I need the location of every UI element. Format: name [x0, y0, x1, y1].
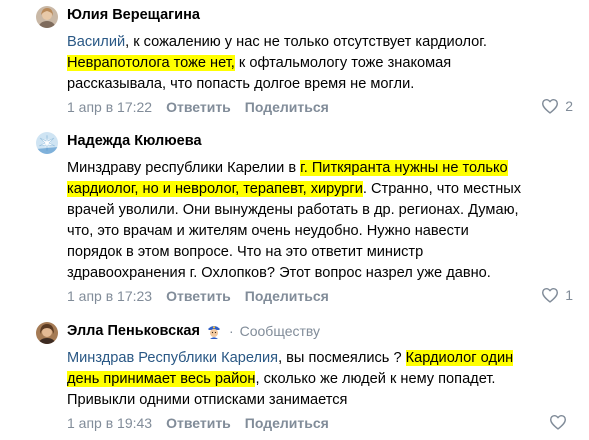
highlighted-text: г. Питкяранта нужны не только [300, 160, 508, 176]
highlighted-text: Кардиолог один [405, 350, 514, 366]
comment-line: кардиолог, но и невролог, терапевт, хиру… [67, 179, 582, 200]
comment: Элла Пеньковская · Сообществу Минздрав Р… [0, 322, 589, 440]
comment-line: Привыкли одними отписками занимается [67, 392, 348, 408]
comment-text-segment: Минздраву республики Карелии в [67, 160, 301, 176]
comment: Надежда Кюлюева Минздраву республики Кар… [0, 132, 589, 310]
community-label: Сообществу [239, 323, 321, 339]
comment-line: Василий, к сожалению у нас не только отс… [67, 32, 582, 53]
comment-line: Минздраву республики Карелии в г. Питкяр… [67, 158, 582, 179]
comment-header: Юлия Верещагина [67, 7, 200, 23]
comments-feed: Юлия Верещагина Василий, к сожалению у н… [0, 0, 589, 440]
mention-link[interactable]: Минздрав Республики Карелия [67, 350, 278, 366]
highlighted-text: кардиолог, но и невролог, терапевт, хиру… [67, 181, 363, 197]
avatar[interactable] [36, 322, 58, 344]
comment-line: день принимает весь район, сколько же лю… [67, 369, 582, 390]
comment-text: Минздраву республики Карелии в г. Питкяр… [67, 158, 582, 284]
reply-button[interactable]: Ответить [166, 415, 231, 431]
comment-line: Минздрав Республики Карелия, вы посмеяли… [67, 348, 582, 369]
police-officer-icon [206, 323, 222, 339]
reply-button[interactable]: Ответить [166, 99, 231, 115]
like-button[interactable] [549, 414, 573, 430]
comment-line: врачей уволили. Они вынуждены работать в… [67, 202, 519, 218]
comment-text-segment: к офтальмологу тоже знакомая [234, 55, 452, 71]
highlighted-text: Неврапотолога тоже нет, [67, 55, 235, 71]
comment-header: Надежда Кюлюева [67, 133, 202, 149]
comment-line: порядок в этом вопросе. Что на это ответ… [67, 244, 424, 260]
like-button[interactable]: 1 [541, 287, 573, 303]
heart-icon [550, 414, 566, 430]
share-button[interactable]: Поделиться [245, 288, 329, 304]
comment-date[interactable]: 1 апр в 17:22 [67, 99, 152, 115]
separator-dot: · [228, 323, 234, 339]
comment-line: рассказывала, что попасть долгое время н… [67, 76, 415, 92]
highlighted-text: день принимает весь район [67, 371, 256, 387]
comment-date[interactable]: 1 апр в 19:43 [67, 415, 152, 431]
author-name[interactable]: Юлия Верещагина [67, 7, 200, 23]
comment-text: Минздрав Республики Карелия, вы посмеяли… [67, 348, 582, 411]
heart-icon [542, 98, 559, 114]
share-button[interactable]: Поделиться [245, 415, 329, 431]
avatar[interactable] [36, 132, 58, 154]
like-count: 1 [565, 287, 573, 303]
comment-text-segment: , к сожалению у нас не только отсутствуе… [125, 34, 487, 50]
author-name[interactable]: Надежда Кюлюева [67, 133, 202, 149]
heart-icon [542, 287, 559, 303]
comment-meta: 1 апр в 19:43 Ответить Поделиться [67, 415, 343, 431]
comment-line: Неврапотолога тоже нет, к офтальмологу т… [67, 53, 582, 74]
comment-line: здравоохранения г. Охлопков? Этот вопрос… [67, 265, 491, 281]
like-count: 2 [565, 98, 573, 114]
comment-meta: 1 апр в 17:22 Ответить Поделиться [67, 99, 343, 115]
avatar[interactable] [36, 6, 58, 28]
share-button[interactable]: Поделиться [245, 99, 329, 115]
comment-line: что, это врачам и жителям очень неудобно… [67, 223, 469, 239]
comment-meta: 1 апр в 17:23 Ответить Поделиться [67, 288, 343, 304]
author-name[interactable]: Элла Пеньковская [67, 323, 200, 339]
comment-text: Василий, к сожалению у нас не только отс… [67, 32, 582, 95]
comment-text-segment: , вы посмеялись ? [278, 350, 406, 366]
like-button[interactable]: 2 [541, 98, 573, 114]
comment-date[interactable]: 1 апр в 17:23 [67, 288, 152, 304]
comment-header: Элла Пеньковская · Сообществу [67, 323, 320, 339]
reply-button[interactable]: Ответить [166, 288, 231, 304]
comment-text-segment: , сколько же людей к нему попадет. [255, 371, 496, 387]
comment-text-segment: . Странно, что местных [362, 181, 522, 197]
comment: Юлия Верещагина Василий, к сожалению у н… [0, 6, 589, 118]
mention-link[interactable]: Василий [67, 34, 125, 50]
